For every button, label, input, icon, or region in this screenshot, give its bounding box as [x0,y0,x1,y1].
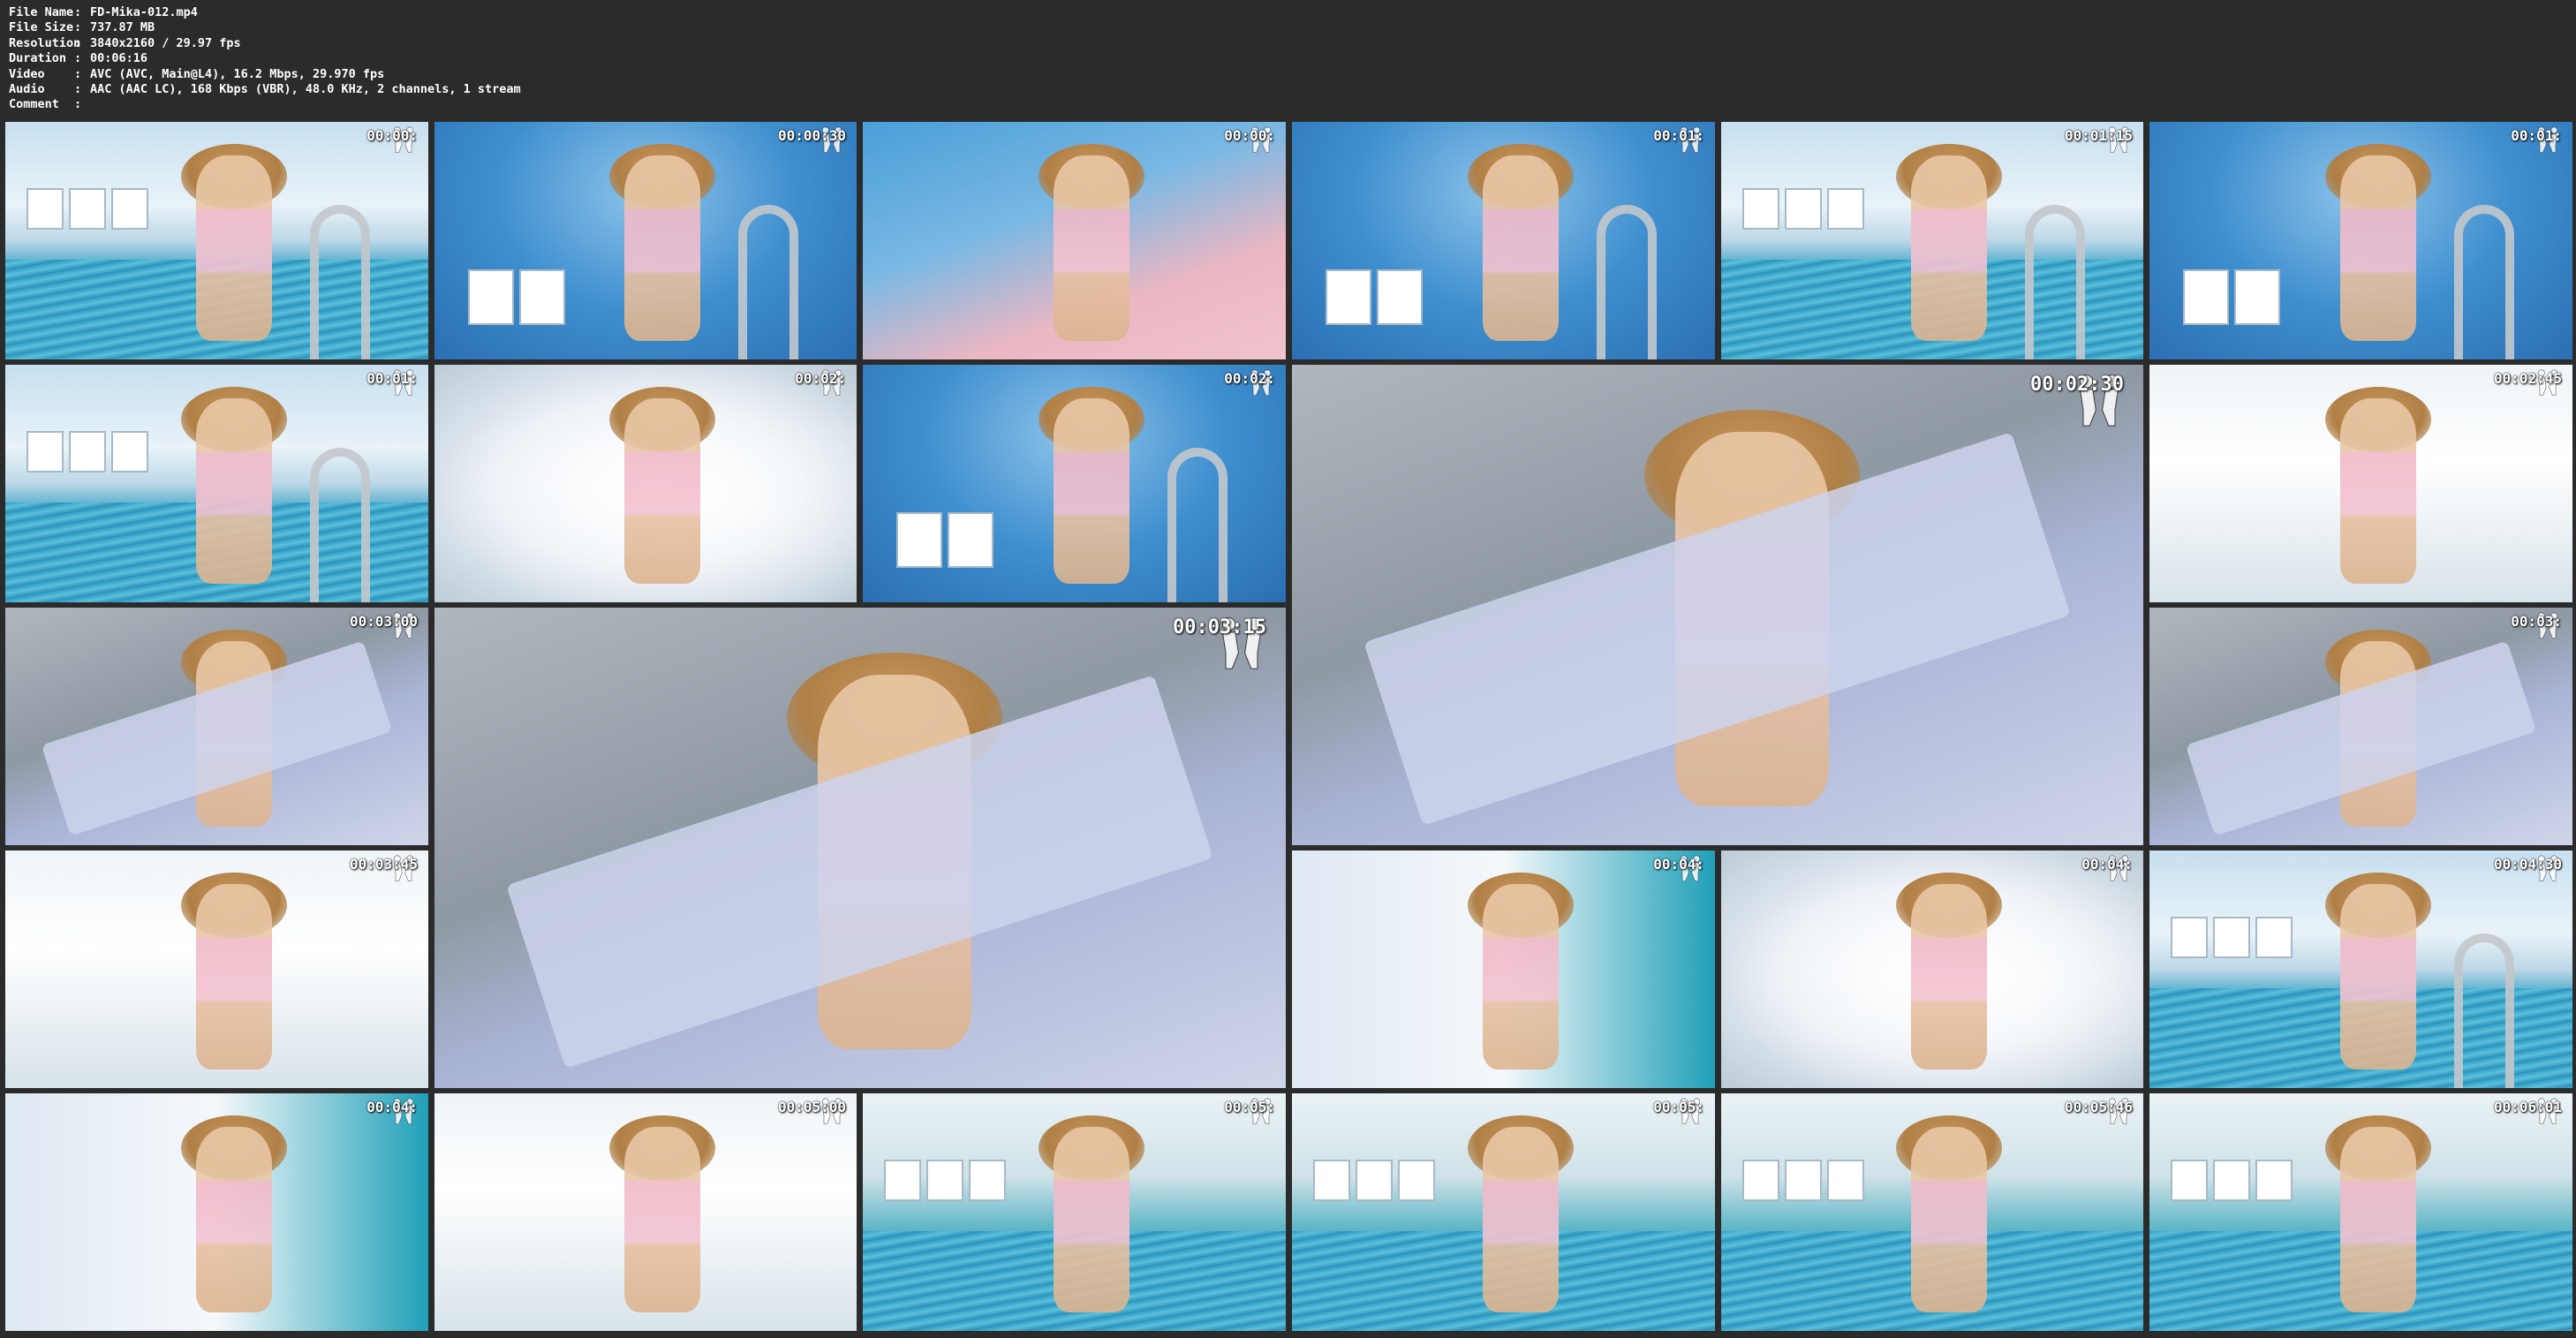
video-thumbnail[interactable]: 00:03: [2149,608,2572,845]
video-thumbnail[interactable]: 00:05:00 [434,1093,857,1331]
info-row-resolution: Resolution:3840x2160 / 29.97 fps [9,35,241,50]
thumbnail-timestamp: 00:04: [2081,856,2133,873]
thumbnail-timestamp: 00:05: [1224,1099,1275,1115]
video-thumbnail[interactable]: 00:02: [863,365,1286,602]
info-label: Duration [9,51,67,66]
thumbnail-timestamp: 00:03:00 [349,613,418,630]
video-thumbnail[interactable]: 00:03:15 [434,608,1286,1088]
thumbnail-timestamp: 00:05: [1653,1099,1704,1115]
video-thumbnail[interactable]: 00:03:45 [5,850,428,1088]
info-row-duration: Duration:00:06:16 [9,51,148,66]
thumbnail-timestamp: 00:02:30 [2030,374,2124,396]
video-thumbnail[interactable]: 00:05:46 [1721,1093,2143,1331]
info-row-file-size: File Size:737.87 MB [9,20,155,35]
thumbnail-timestamp: 00:01: [366,370,418,387]
video-thumbnail[interactable]: 00:04: [5,1093,428,1331]
video-thumbnail[interactable]: 00:00:30 [434,122,857,359]
info-value: AVC (AVC, Main@L4), 16.2 Mbps, 29.970 fp… [90,66,385,81]
info-row-audio: Audio: AAC (AAC LC), 168 Kbps (VBR), 48.0… [9,82,521,97]
thumbnail-timestamp: 00:05:46 [2064,1099,2133,1115]
thumbnail-timestamp: 00:01: [1653,127,1704,144]
info-label: Audio [9,82,45,97]
video-thumbnail[interactable]: 00:02: [434,365,857,602]
video-thumbnail[interactable]: 00:02:30 [1292,365,2143,845]
info-label: Resolution [9,35,81,50]
video-thumbnail[interactable]: 00:03:00 [5,608,428,845]
video-thumbnail[interactable]: 00:00: [863,122,1286,359]
video-thumbnail[interactable]: 00:01:15 [1721,122,2143,359]
thumbnail-grid: 00:00: 00:00:30 00:00: 00:01: 00:01:15 00:01:… [0,122,2576,1338]
thumbnail-timestamp: 00:03: [2511,613,2562,630]
video-thumbnail[interactable]: 00:04: [1721,850,2143,1088]
thumbnail-timestamp: 00:05:00 [777,1099,846,1115]
info-row-file-name: File Name: FD-Mika-012.mp4 [9,5,198,19]
info-value: 3840x2160 / 29.97 fps [90,35,241,50]
info-value: 00:06:16 [90,51,148,66]
info-label: Comment [9,97,59,112]
thumbnail-timestamp: 00:02: [795,370,846,387]
thumbnail-timestamp: 00:01: [2511,127,2562,144]
info-value: 737.87 MB [90,20,155,35]
info-value: AAC (AAC LC), 168 Kbps (VBR), 48.0 KHz, … [90,82,521,97]
video-thumbnail[interactable]: 00:01: [1292,122,1715,359]
info-label: Video [9,66,45,81]
thumbnail-timestamp: 00:01:15 [2064,127,2133,144]
thumbnail-timestamp: 00:02:45 [2493,370,2562,387]
video-thumbnail[interactable]: 00:01: [2149,122,2572,359]
thumbnail-timestamp: 00:03:15 [1173,616,1266,639]
info-label: File Name [9,5,74,19]
info-value: FD-Mika-012.mp4 [90,5,198,19]
video-thumbnail[interactable]: 00:05: [863,1093,1286,1331]
thumbnail-timestamp: 00:04: [1653,856,1704,873]
thumbnail-timestamp: 00:03:45 [349,856,418,873]
thumbnail-timestamp: 00:00: [366,127,418,144]
thumbnail-timestamp: 00:00: [1224,127,1275,144]
video-thumbnail[interactable]: 00:04: [1292,850,1715,1088]
info-row-comment: Comment: [9,97,82,112]
thumbnail-timestamp: 00:06:01 [2493,1099,2562,1115]
thumbnail-timestamp: 00:00:30 [777,127,846,144]
video-thumbnail[interactable]: 00:00: [5,122,428,359]
video-thumbnail[interactable]: 00:04:30 [2149,850,2572,1088]
video-thumbnail[interactable]: 00:05: [1292,1093,1715,1331]
video-thumbnail[interactable]: 00:02:45 [2149,365,2572,602]
thumbnail-timestamp: 00:04:30 [2493,856,2562,873]
info-label: File Size [9,20,74,35]
info-row-video: Video: AVC (AVC, Main@L4), 16.2 Mbps, 29.… [9,66,385,81]
thumbnail-timestamp: 00:02: [1224,370,1275,387]
video-thumbnail[interactable]: 00:01: [5,365,428,602]
file-info-panel: File Name: FD-Mika-012.mp4 File Size:737.… [9,5,521,113]
thumbnail-timestamp: 00:04: [366,1099,418,1115]
video-thumbnail[interactable]: 00:06:01 [2149,1093,2572,1331]
